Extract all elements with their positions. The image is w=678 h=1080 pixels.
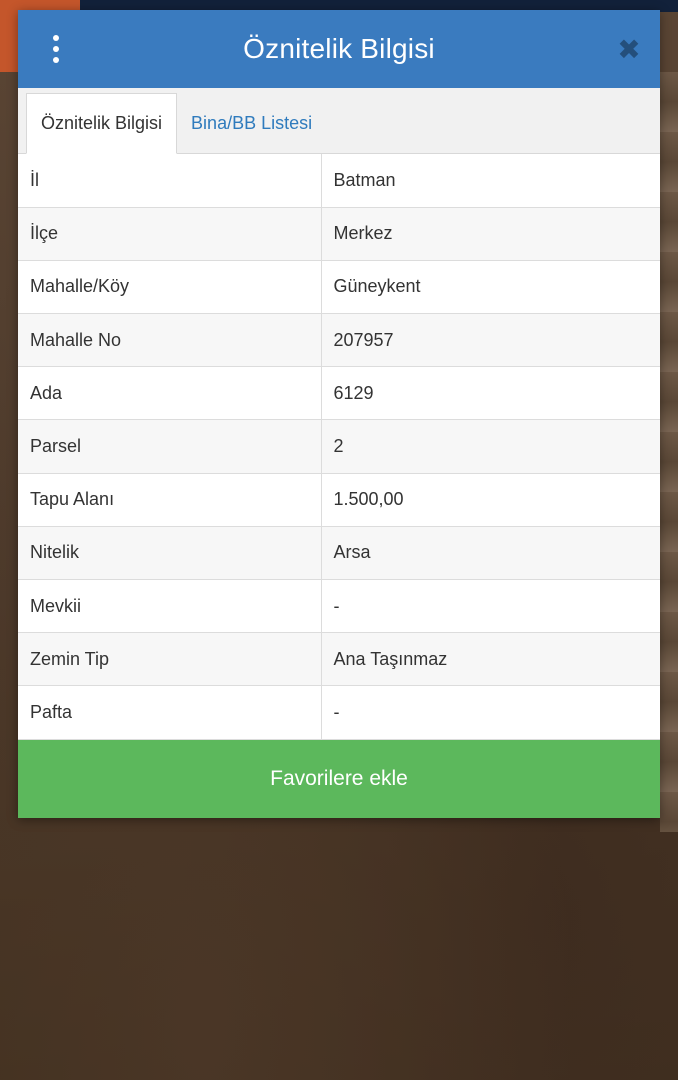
row-value: Arsa <box>320 525 660 581</box>
row-label: Tapu Alanı <box>18 472 322 527</box>
tab-building-list[interactable]: Bina/BB Listesi <box>177 93 326 153</box>
background-map-strip <box>660 72 678 832</box>
row-value: 1.500,00 <box>320 472 660 527</box>
table-row: Nitelik Arsa <box>18 525 660 581</box>
row-label: İlçe <box>18 206 322 261</box>
table-row: Parsel 2 <box>18 419 660 474</box>
add-to-favorites-button[interactable]: Favorilere ekle <box>18 740 660 818</box>
table-row: İlçe Merkez <box>18 206 660 261</box>
menu-dot <box>53 46 59 52</box>
row-value: - <box>320 578 660 634</box>
row-label: Mevkii <box>18 578 322 634</box>
row-label: Zemin Tip <box>18 632 322 687</box>
table-row: Mahalle No 207957 <box>18 313 660 368</box>
row-value: 6129 <box>320 366 660 421</box>
row-label: İl <box>18 154 322 208</box>
table-row: Mahalle/Köy Güneykent <box>18 259 660 315</box>
row-value: Batman <box>320 154 660 208</box>
more-vertical-icon[interactable] <box>42 34 70 64</box>
row-label: Ada <box>18 366 322 421</box>
row-label: Parsel <box>18 419 322 474</box>
tab-attribute-info[interactable]: Öznitelik Bilgisi <box>26 93 178 154</box>
menu-dot <box>53 57 59 63</box>
table-row: Pafta - <box>18 685 660 740</box>
row-label: Pafta <box>18 685 322 740</box>
dialog-header: Öznitelik Bilgisi ✖ <box>18 10 660 88</box>
table-row: Mevkii - <box>18 578 660 634</box>
close-icon[interactable]: ✖ <box>616 34 642 65</box>
table-row: Zemin Tip Ana Taşınmaz <box>18 632 660 687</box>
tab-bar: Öznitelik Bilgisi Bina/BB Listesi <box>18 88 660 154</box>
dialog-title: Öznitelik Bilgisi <box>243 33 435 64</box>
row-value: Ana Taşınmaz <box>320 632 660 687</box>
row-label: Mahalle/Köy <box>18 259 322 315</box>
row-value: Merkez <box>320 206 660 261</box>
row-label: Mahalle No <box>18 313 322 368</box>
table-row: İl Batman <box>18 154 660 208</box>
row-value: - <box>320 685 660 740</box>
table-row: Tapu Alanı 1.500,00 <box>18 472 660 527</box>
row-value: 207957 <box>320 313 660 368</box>
menu-dot <box>53 35 59 41</box>
row-value: 2 <box>320 419 660 474</box>
attribute-table: İl Batman İlçe Merkez Mahalle/Köy Güneyk… <box>18 154 660 740</box>
row-label: Nitelik <box>18 525 322 581</box>
attribute-dialog: Öznitelik Bilgisi ✖ Öznitelik Bilgisi Bi… <box>18 10 660 818</box>
table-row: Ada 6129 <box>18 366 660 421</box>
row-value: Güneykent <box>320 259 660 315</box>
